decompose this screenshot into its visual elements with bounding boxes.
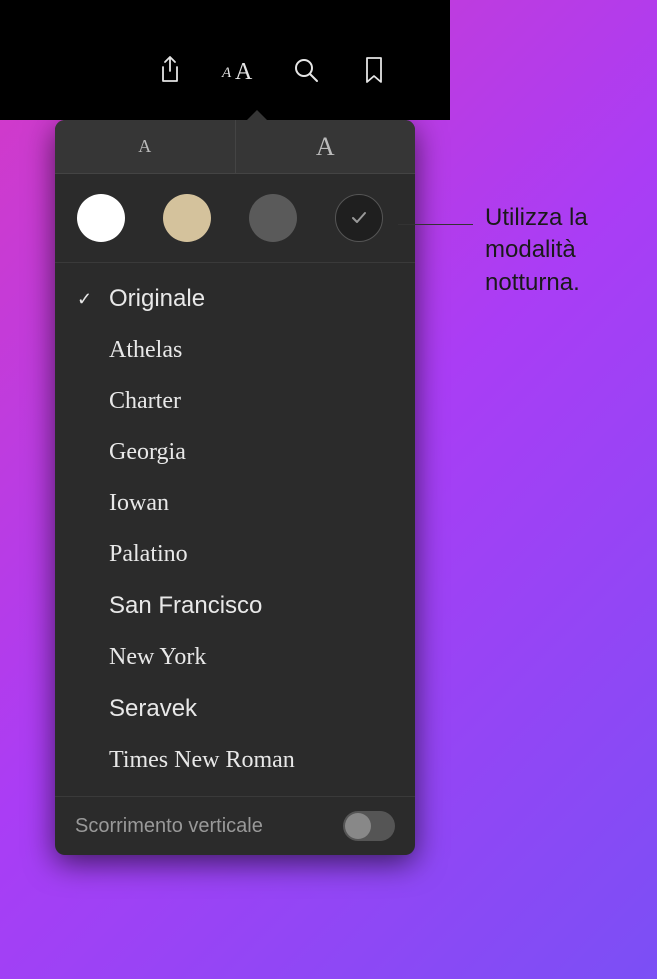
- svg-text:A: A: [235, 59, 253, 83]
- font-size-row: A A: [55, 120, 415, 174]
- theme-sepia-button[interactable]: [163, 194, 211, 242]
- theme-gray-button[interactable]: [249, 194, 297, 242]
- font-item-originale[interactable]: Originale: [55, 273, 415, 325]
- callout-line: [398, 224, 473, 225]
- toolbar: A A: [150, 50, 394, 90]
- share-icon[interactable]: [150, 50, 190, 90]
- font-item-palatino[interactable]: Palatino: [55, 529, 415, 580]
- font-item-iowan[interactable]: Iowan: [55, 478, 415, 529]
- font-item-seravek[interactable]: Seravek: [55, 683, 415, 735]
- font-item-athelas[interactable]: Athelas: [55, 325, 415, 376]
- font-item-charter[interactable]: Charter: [55, 376, 415, 427]
- bookmark-icon[interactable]: [354, 50, 394, 90]
- font-item-times-new-roman[interactable]: Times New Roman: [55, 735, 415, 786]
- callout-text: Utilizza la modalità notturna.: [485, 202, 657, 299]
- theme-night-button[interactable]: [335, 194, 383, 242]
- appearance-popup: A A OriginaleAthelasCharterGeorgiaIowanP…: [55, 120, 415, 855]
- appearance-icon[interactable]: A A: [218, 50, 258, 90]
- theme-white-button[interactable]: [77, 194, 125, 242]
- svg-text:A: A: [221, 65, 232, 81]
- font-item-san-francisco[interactable]: San Francisco: [55, 580, 415, 632]
- font-item-new-york[interactable]: New York: [55, 632, 415, 683]
- search-icon[interactable]: [286, 50, 326, 90]
- font-size-increase-button[interactable]: A: [236, 120, 416, 173]
- vertical-scroll-toggle[interactable]: [343, 811, 395, 841]
- font-size-decrease-button[interactable]: A: [55, 120, 236, 173]
- font-list: OriginaleAthelasCharterGeorgiaIowanPalat…: [55, 263, 415, 796]
- theme-row: [55, 174, 415, 263]
- vertical-scroll-label: Scorrimento verticale: [75, 815, 263, 838]
- font-item-georgia[interactable]: Georgia: [55, 427, 415, 478]
- vertical-scroll-row: Scorrimento verticale: [55, 796, 415, 855]
